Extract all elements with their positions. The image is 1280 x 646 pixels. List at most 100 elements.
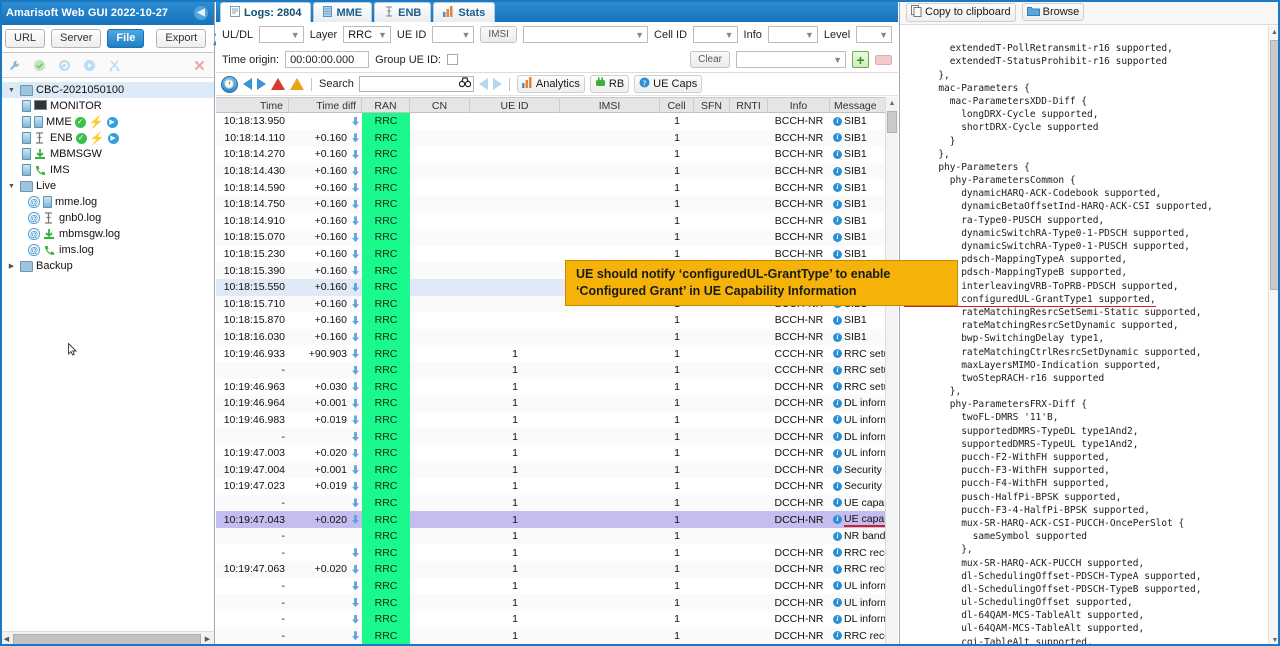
table-row[interactable]: 10:19:47.003+0.020RRC11DCCH-NRiUL inform… bbox=[216, 444, 898, 462]
chevron-down-icon[interactable]: ▼ bbox=[6, 183, 17, 190]
info-icon[interactable]: i bbox=[833, 249, 842, 259]
info-select[interactable]: ▼ bbox=[767, 26, 818, 43]
tree-item-mme-log[interactable]: @ mme.log bbox=[0, 194, 214, 210]
info-icon[interactable]: i bbox=[833, 349, 842, 359]
table-body[interactable]: 10:18:13.950 RRC 1 BCCH-NR i SIB1 10:18:14.110… bbox=[216, 113, 898, 644]
table-row[interactable]: -RRC11DCCH-NRiRRC reconfiguration bbox=[216, 627, 898, 644]
info-icon[interactable]: i bbox=[833, 382, 842, 392]
info-icon[interactable]: i bbox=[833, 598, 842, 608]
info-icon[interactable]: i bbox=[833, 232, 842, 242]
chevron-down-icon[interactable]: ▼ bbox=[6, 87, 17, 94]
clock-icon[interactable]: 🕐 bbox=[221, 75, 238, 93]
info-icon[interactable]: i bbox=[833, 216, 842, 226]
tree-item-backup[interactable]: ▶ Backup bbox=[0, 258, 214, 274]
tree-item-gnb0-log[interactable]: @ gnb0.log bbox=[0, 210, 214, 226]
info-icon[interactable]: i bbox=[833, 498, 842, 508]
scroll-down-arrow-icon[interactable]: ▼ bbox=[1269, 634, 1280, 646]
table-row[interactable]: 10:18:13.950 RRC 1 BCCH-NR i SIB1 bbox=[216, 113, 898, 130]
table-row[interactable]: -RRC11iNR band combinations bbox=[216, 527, 898, 545]
tree-item-ims[interactable]: IMS bbox=[0, 162, 214, 178]
scroll-left-arrow-icon[interactable]: ◀ bbox=[0, 635, 13, 643]
info-icon[interactable]: i bbox=[833, 581, 842, 591]
scroll-up-arrow-icon[interactable]: ▲ bbox=[1269, 26, 1280, 38]
tab-mme[interactable]: MME bbox=[313, 2, 373, 22]
tab-enb[interactable]: ENB bbox=[374, 2, 432, 22]
close-x-icon[interactable] bbox=[191, 57, 208, 73]
tree-item-mbmsgw-log[interactable]: @ mbmsgw.log bbox=[0, 226, 214, 242]
scroll-up-arrow-icon[interactable]: ▲ bbox=[886, 97, 898, 109]
table-row[interactable]: 10:19:46.964+0.001RRC11DCCH-NRiDL inform… bbox=[216, 395, 898, 412]
info-icon[interactable]: i bbox=[833, 465, 842, 475]
info-icon[interactable]: i bbox=[833, 481, 842, 491]
tree-item-mme[interactable]: MME ✓ ⚡ ▶ bbox=[0, 114, 214, 130]
info-icon[interactable]: i bbox=[833, 398, 842, 408]
column-header-time-diff[interactable]: Time diff bbox=[289, 98, 362, 113]
imsi-button[interactable]: IMSI bbox=[480, 26, 517, 43]
chevron-right-icon[interactable]: ▶ bbox=[6, 262, 17, 270]
info-icon[interactable]: i bbox=[833, 133, 842, 143]
table-row[interactable]: -RRC11DCCH-NRiRRC reconfiguration bbox=[216, 544, 898, 562]
column-header-imsi[interactable]: IMSI bbox=[560, 98, 660, 113]
column-header-info[interactable]: Info bbox=[768, 98, 830, 113]
table-row[interactable]: -RRC11DCCH-NRiDL information transfer bbox=[216, 428, 898, 445]
column-header-cn[interactable]: CN bbox=[410, 98, 470, 113]
column-header-time[interactable]: Time bbox=[216, 98, 289, 113]
column-header-rnti[interactable]: RNTI bbox=[730, 98, 768, 113]
table-row[interactable]: 10:18:14.430 +0.160 RRC 1 BCCH-NR i SIB1 bbox=[216, 162, 898, 180]
column-header-ueid[interactable]: UE ID bbox=[470, 98, 560, 113]
table-row[interactable]: 10:18:15.870 +0.160 RRC 1 BCCH-NR i SIB1 bbox=[216, 312, 898, 329]
scroll-right-arrow-icon[interactable]: ▶ bbox=[201, 635, 214, 643]
arrow-right-icon[interactable] bbox=[257, 78, 266, 90]
search-next-icon[interactable] bbox=[492, 78, 502, 90]
refresh-icon[interactable] bbox=[56, 57, 73, 73]
table-row[interactable]: -RRC11DCCH-NRiDL information transfer bbox=[216, 610, 898, 628]
tab-logs[interactable]: Logs: 2804 bbox=[220, 2, 312, 22]
copy-to-clipboard-button[interactable]: Copy to clipboard bbox=[906, 2, 1016, 22]
table-row[interactable]: 10:19:47.043+0.020RRC11DCCH-NRiUE capabi… bbox=[216, 511, 898, 528]
info-icon[interactable]: i bbox=[833, 166, 842, 176]
column-header-cell[interactable]: Cell bbox=[660, 98, 694, 113]
tree-item-live[interactable]: ▼ Live bbox=[0, 178, 214, 194]
table-row[interactable]: 10:18:14.110 +0.160 RRC 1 BCCH-NR i SIB1 bbox=[216, 129, 898, 147]
info-icon[interactable]: i bbox=[833, 531, 842, 541]
play-circle-icon[interactable]: ▶ bbox=[106, 116, 118, 128]
error-triangle-icon[interactable] bbox=[271, 78, 285, 90]
time-origin-input[interactable]: 00:00:00.000 bbox=[285, 51, 370, 68]
table-row[interactable]: -RRC11DCCH-NRiUL information transfer bbox=[216, 594, 898, 611]
info-icon[interactable]: i bbox=[833, 315, 842, 325]
table-row[interactable]: 10:19:47.023 +0.019 RRC 1 1 DCCH-NR i Security … bbox=[216, 478, 898, 495]
chevron-left-icon[interactable]: ◀ bbox=[194, 5, 208, 20]
level-select[interactable]: ▼ bbox=[856, 26, 893, 43]
browse-button[interactable]: Browse bbox=[1021, 3, 1085, 21]
column-header-ran[interactable]: RAN bbox=[362, 98, 410, 113]
plus-icon[interactable]: + bbox=[852, 51, 869, 68]
table-row[interactable]: 10:18:16.030 +0.160 RRC 1 BCCH-NR i SIB1 bbox=[216, 328, 898, 346]
info-icon[interactable]: i bbox=[833, 183, 842, 193]
scroll-thumb[interactable] bbox=[1270, 40, 1280, 290]
tree-item-cbc[interactable]: ▼ CBC-2021050100 bbox=[0, 82, 214, 98]
scroll-thumb[interactable] bbox=[13, 633, 201, 645]
warning-triangle-icon[interactable] bbox=[290, 78, 304, 90]
log-table-vertical-scrollbar[interactable]: ▲ bbox=[885, 97, 898, 646]
table-row[interactable]: 10:18:14.590 +0.160 RRC 1 BCCH-NR i SIB1 bbox=[216, 179, 898, 196]
info-icon[interactable]: i bbox=[833, 365, 842, 375]
table-row[interactable]: 10:18:14.270 +0.160 RRC 1 BCCH-NR i SIB1 bbox=[216, 146, 898, 163]
arrow-left-icon[interactable] bbox=[243, 78, 252, 90]
info-icon[interactable]: i bbox=[833, 415, 842, 425]
layer-select[interactable]: RRC ▼ bbox=[343, 26, 391, 43]
play-circle-icon[interactable]: ▶ bbox=[107, 132, 119, 144]
table-row[interactable]: -RRC11DCCH-NRiUL information transfer bbox=[216, 577, 898, 595]
tree-item-ims-log[interactable]: @ ims.log bbox=[0, 242, 214, 258]
ueid-select[interactable]: ▼ bbox=[432, 26, 475, 43]
info-icon[interactable]: i bbox=[833, 564, 842, 574]
group-ueid-checkbox[interactable] bbox=[447, 54, 459, 65]
info-icon[interactable]: i bbox=[833, 515, 842, 525]
rb-button[interactable]: RB bbox=[589, 75, 630, 93]
info-icon[interactable]: i bbox=[833, 116, 842, 126]
info-icon[interactable]: i bbox=[833, 432, 842, 442]
analytics-button[interactable]: Analytics bbox=[516, 75, 585, 93]
imsi-select[interactable]: ▼ bbox=[522, 26, 649, 43]
info-icon[interactable]: i bbox=[833, 332, 842, 342]
binoculars-icon[interactable] bbox=[458, 77, 472, 91]
table-row[interactable]: - RRC 1 1 CCCH-NR i RRC setup bbox=[216, 361, 898, 379]
